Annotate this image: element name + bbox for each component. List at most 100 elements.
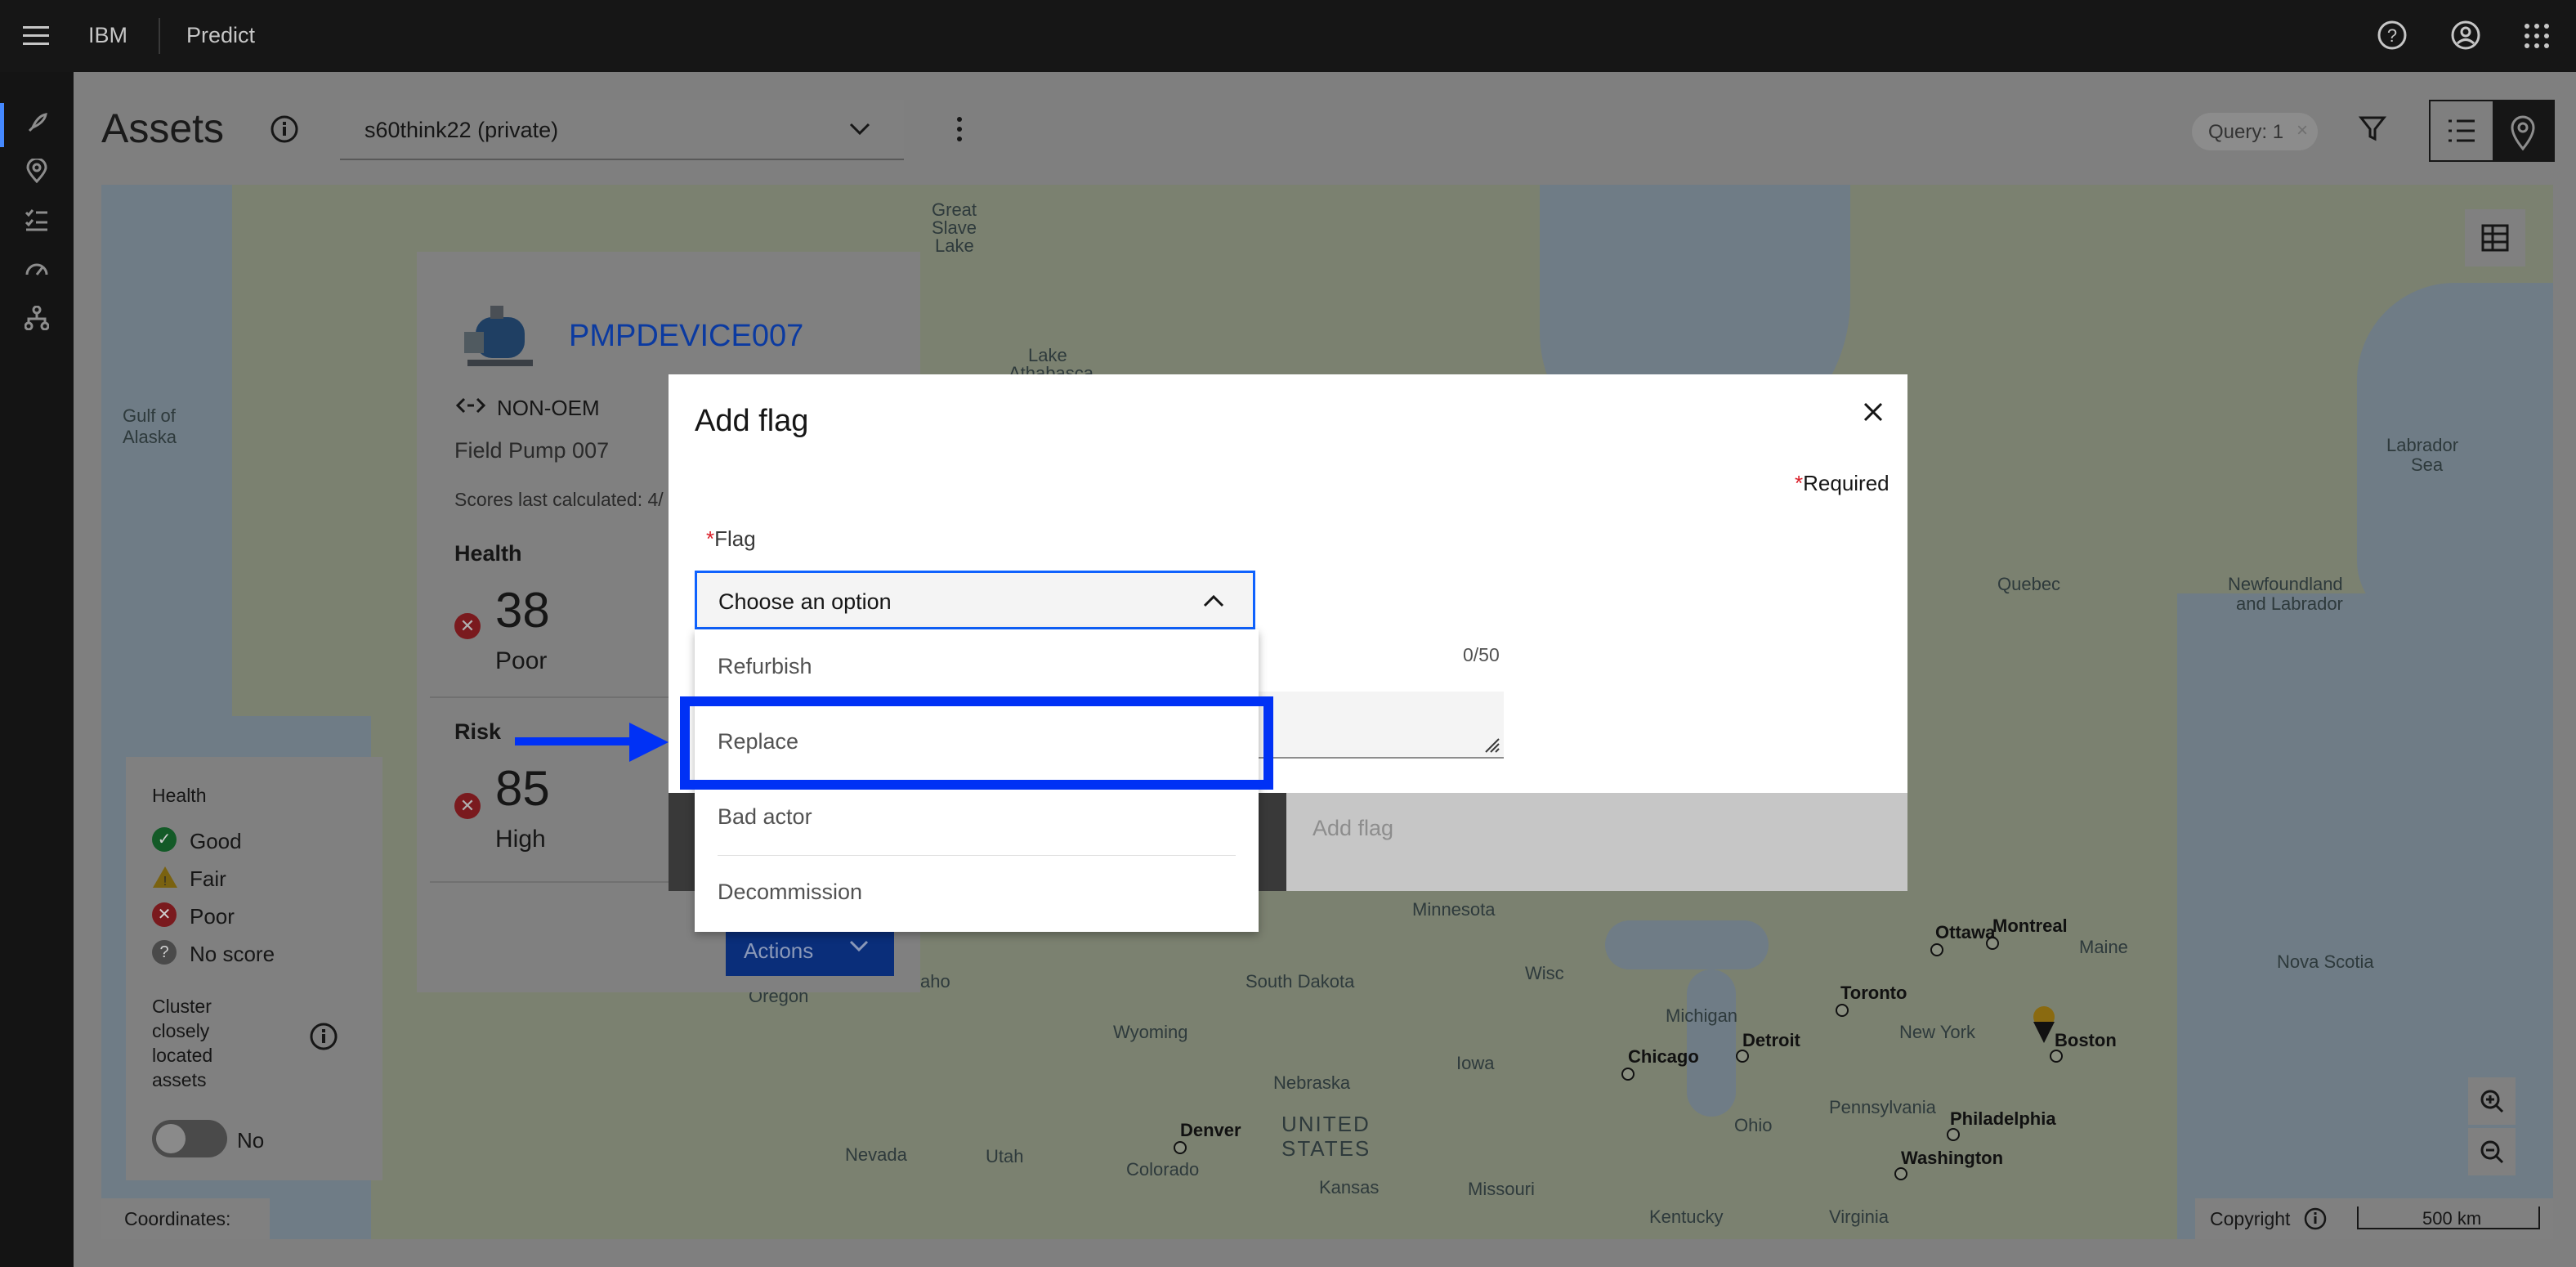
city-dot xyxy=(1736,1050,1749,1063)
no-score-icon: ? xyxy=(152,940,177,965)
overflow-menu-icon[interactable] xyxy=(951,116,968,142)
map-label: aho xyxy=(920,971,950,992)
add-flag-button[interactable]: Add flag xyxy=(1286,793,1907,891)
health-score: 38 xyxy=(495,583,550,638)
map-label: Kansas xyxy=(1319,1177,1380,1198)
map-label: Virginia xyxy=(1829,1207,1889,1227)
city-label: Philadelphia xyxy=(1950,1108,2056,1129)
map-label: Lake xyxy=(935,235,974,256)
option-refurbish[interactable]: Refurbish xyxy=(718,654,812,679)
info-icon[interactable] xyxy=(2303,1207,2328,1235)
map-label: Pennsylvania xyxy=(1829,1097,1936,1117)
asset-marker-icon[interactable] xyxy=(2032,1005,2056,1046)
divider xyxy=(159,18,160,54)
info-icon[interactable] xyxy=(270,114,299,144)
health-label: Health xyxy=(454,541,522,566)
required-asterisk: * xyxy=(706,526,715,551)
list-view-button[interactable] xyxy=(2431,101,2493,160)
filter-icon[interactable] xyxy=(2358,114,2387,142)
info-icon[interactable] xyxy=(309,1022,338,1051)
checklist-icon[interactable] xyxy=(25,208,49,232)
legend-item: Poor xyxy=(190,904,235,929)
city-label: Chicago xyxy=(1628,1046,1699,1067)
city-label: Denver xyxy=(1180,1120,1241,1140)
map-label: Ohio xyxy=(1734,1115,1773,1135)
app-switcher-icon[interactable] xyxy=(2524,23,2550,49)
map-label: STATES xyxy=(1281,1136,1371,1161)
map-label: Wisc xyxy=(1525,963,1564,983)
zoom-in-button[interactable] xyxy=(2468,1077,2516,1125)
copyright-bar: Copyright 500 km xyxy=(2195,1198,2553,1239)
scale-label: 500 km xyxy=(2422,1208,2482,1229)
gauge-icon[interactable] xyxy=(25,257,49,281)
map-view-button[interactable] xyxy=(2493,101,2553,160)
map-label: Quebec xyxy=(1997,574,2061,594)
map-label: Nevada xyxy=(845,1144,907,1165)
menu-icon[interactable] xyxy=(23,26,49,46)
hierarchy-icon[interactable] xyxy=(24,305,50,331)
zoom-out-button[interactable] xyxy=(2468,1128,2516,1175)
map-label: and Labrador xyxy=(2236,593,2343,614)
city-label: Toronto xyxy=(1840,983,1907,1003)
map-label: Minnesota xyxy=(1412,899,1496,920)
query-tag[interactable]: Query: 1 × xyxy=(2192,113,2318,150)
close-icon[interactable]: × xyxy=(2296,119,2308,142)
char-count: 0/50 xyxy=(1463,644,1500,665)
city-dot xyxy=(1930,943,1943,956)
map-label: Missouri xyxy=(1468,1179,1535,1199)
city-dot xyxy=(1986,937,1999,950)
warning-icon: ! xyxy=(152,865,178,889)
required-note: *Required xyxy=(1795,471,1890,496)
city-dot xyxy=(1174,1141,1187,1154)
rocket-icon[interactable] xyxy=(25,111,49,136)
chevron-up-icon xyxy=(1202,593,1225,613)
close-icon[interactable] xyxy=(1858,397,1888,427)
map-label: Nebraska xyxy=(1273,1072,1351,1093)
map-label: Alaska xyxy=(123,427,177,447)
scale-bar: 500 km xyxy=(2357,1207,2540,1229)
repository-select[interactable]: s60think22 (private) xyxy=(340,100,904,160)
cluster-label: assets xyxy=(152,1069,207,1090)
chevron-down-icon xyxy=(848,121,871,137)
help-icon[interactable]: ? xyxy=(2377,20,2408,51)
flag-label-text: Flag xyxy=(714,526,756,551)
flag-combobox[interactable]: Choose an option xyxy=(695,571,1255,629)
product-name[interactable]: Predict xyxy=(186,23,255,48)
cluster-toggle[interactable] xyxy=(152,1120,227,1157)
pointer-arrow xyxy=(515,737,637,745)
view-toggle xyxy=(2429,100,2555,162)
city-dot xyxy=(1621,1068,1635,1081)
option-bad-actor[interactable]: Bad actor xyxy=(718,804,812,830)
map-label: South Dakota xyxy=(1246,971,1355,992)
map-label: Utah xyxy=(986,1146,1024,1166)
city-dot xyxy=(1894,1167,1907,1180)
resize-handle-icon[interactable] xyxy=(1483,736,1500,754)
map-label: Kentucky xyxy=(1649,1207,1724,1227)
map-legend-toggle-icon[interactable] xyxy=(2465,209,2525,266)
user-profile-icon[interactable] xyxy=(2450,20,2481,51)
city-label: Boston xyxy=(2055,1030,2117,1050)
manufacturer: NON-OEM xyxy=(497,396,600,420)
asset-description: Field Pump 007 xyxy=(454,438,610,463)
actions-label: Actions xyxy=(744,938,814,963)
description-textarea[interactable] xyxy=(1259,692,1504,759)
map-label: Gulf of xyxy=(123,405,176,426)
city-dot xyxy=(1836,1004,1849,1017)
poor-icon: ✕ xyxy=(152,902,177,927)
copyright-label[interactable]: Copyright xyxy=(2210,1208,2290,1230)
location-icon[interactable] xyxy=(25,157,49,184)
legend-item: No score xyxy=(190,942,275,966)
active-indicator xyxy=(0,103,4,147)
highlight-box xyxy=(680,696,1273,790)
risk-status: High xyxy=(495,826,546,853)
map-label: Wyoming xyxy=(1113,1022,1188,1042)
pointer-arrow-head xyxy=(629,723,669,762)
combo-value: Choose an option xyxy=(718,589,892,614)
left-nav-rail xyxy=(0,72,74,1267)
page-title: Assets xyxy=(101,105,225,151)
legend-item: Fair xyxy=(190,866,226,891)
option-decommission[interactable]: Decommission xyxy=(718,880,862,905)
asset-id-link[interactable]: PMPDEVICE007 xyxy=(569,319,803,354)
cluster-label: closely xyxy=(152,1020,210,1041)
risk-score: 85 xyxy=(495,761,550,816)
